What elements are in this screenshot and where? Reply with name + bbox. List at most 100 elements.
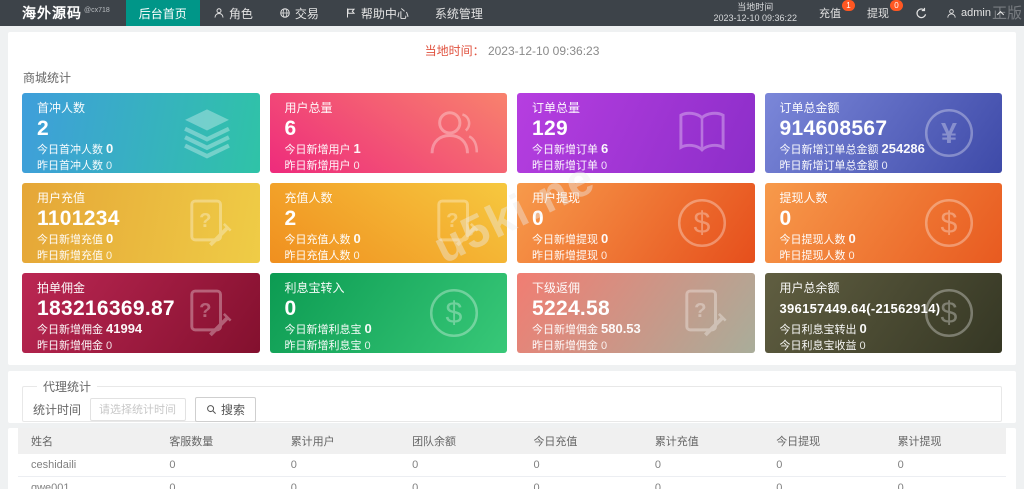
card-subline: 昨日充值人数 0 [285,248,493,263]
card-subline-value: 0 [106,231,114,246]
card-subline-value: 0 [106,141,114,156]
table-cell: 0 [763,454,885,477]
globe-icon [279,7,291,19]
menu-item-角色[interactable]: 角色 [200,0,266,26]
agent-search-form: 统计时间 搜索 [33,397,991,422]
table-row[interactable]: ceshidaili 0 0 0 0 0 0 0 [18,454,1006,477]
stat-card-提现人数[interactable]: 提现人数 0 今日提现人数 0 昨日提现人数 0 [764,183,1002,263]
agent-table-panel: 姓名 客服数量 累计用户 团队余额 今日充值 累计充值 今日提现 累计提现 ceshidail… [8,428,1016,489]
card-subline-value: 1 [353,141,361,156]
menu-item-帮助中心[interactable]: 帮助中心 [332,0,422,26]
card-subline-label: 今日新增佣金 [37,324,103,336]
card-subline-label: 昨日新增提现 [532,250,598,262]
recharge-label: 充值 [819,8,842,20]
card-subline-value: 0 [848,250,855,262]
card-subline-label: 今日利息宝转出 [779,324,857,336]
table-cell: 0 [277,476,400,489]
navbar-local-time: 当地时间 2023-12-10 09:36:22 [713,2,797,25]
column-header: 团队余额 [399,428,521,454]
card-subline-label: 今日新增订单 [532,144,598,156]
card-subline-label: 昨日新增充值 [37,250,103,262]
card-subline-label: 昨日新增佣金 [37,340,103,352]
flag-icon [345,7,357,19]
recharge-badge: 1 [842,0,856,11]
column-header: 今日充值 [520,428,642,454]
card-subline: 昨日新增充值 0 [37,248,245,263]
card-subline-value: 0 [881,160,888,172]
stat-card-用户总量[interactable]: 用户总量 6 今日新增用户 1 昨日新增用户 0 [269,93,507,173]
table-cell: 0 [641,454,764,477]
stat-card-用户总余额[interactable]: 用户总余额 396157449.64(-21562914) 今日利息宝转出 0 今日利息… [764,273,1002,353]
table-cell: qwe001 [18,476,157,489]
table-cell: 0 [399,476,521,489]
stats-panel: 当地时间： 2023-12-10 09:36:23 商城统计 首冲人数 2 今日首冲… [8,32,1016,365]
top-navbar: 海外源码 @cx718 后台首页 角色 交易 帮助中心 系统管理 当地时间 2023-1… [0,0,1024,26]
card-subline-value: 0 [106,250,113,262]
card-subline-value: 0 [353,160,360,172]
search-button-label: 搜索 [221,403,246,417]
card-subline: 昨日新增佣金 0 [532,338,740,353]
menu-item-交易[interactable]: 交易 [266,0,332,26]
table-row[interactable]: qwe001 0 0 0 0 0 0 0 [18,476,1006,489]
card-subline-value: 254286 [881,141,925,156]
column-header: 累计用户 [277,428,400,454]
card-subline-label: 今日新增用户 [284,144,351,156]
card-subline: 昨日新增佣金 0 [37,338,245,353]
table-cell: 0 [763,476,885,489]
stat-card-首冲人数[interactable]: 首冲人数 2 今日首冲人数 0 昨日首冲人数 0 [22,93,260,173]
withdraw-link[interactable]: 提现 0 [867,0,904,21]
brand-logo[interactable]: 海外源码 @cx718 [0,0,126,26]
agent-section-title: 代理统计 [43,380,92,394]
recharge-link[interactable]: 充值 1 [819,0,856,21]
navbar-local-time-value: 2023-12-10 09:36:22 [713,13,798,23]
search-button[interactable]: 搜索 [195,397,257,422]
card-subline-label: 今日充值人数 [284,234,351,246]
card-subline-value: 6 [601,141,609,156]
table-cell: 0 [884,454,1006,477]
stat-card-利息宝转入[interactable]: 利息宝转入 0 今日新增利息宝 0 昨日新增利息宝 0 [269,273,507,353]
card-subline-value: 0 [601,250,608,262]
agent-panel: 代理统计 统计时间 搜索 [8,371,1016,423]
doc-icon [180,286,234,340]
table-cell: 0 [520,454,642,477]
table-cell: 0 [156,476,278,489]
card-subline-value: 0 [601,340,608,352]
refresh-button[interactable] [915,7,928,20]
card-subline-value: 0 [601,160,608,172]
card-subline-label: 今日新增充值 [37,234,103,246]
stats-section-title: 商城统计 [23,71,72,85]
card-subline-value: 0 [859,340,866,352]
chevron-up-icon [995,8,1006,19]
dollar-icon [922,196,976,250]
stat-card-下级返佣[interactable]: 下级返佣 5224.58 今日新增佣金 580.53 昨日新增佣金 0 [517,273,755,353]
menu-item-label: 后台首页 [138,6,187,21]
menu-item-系统管理[interactable]: 系统管理 [422,0,496,26]
agent-fieldset: 代理统计 统计时间 搜索 [22,378,1002,422]
user-menu[interactable]: admin [946,7,1006,19]
card-subline: 昨日新增利息宝 0 [285,338,493,353]
stat-card-订单总金额[interactable]: 订单总金额 914608567 今日新增订单总金额 254286 昨日新增订单总金额 0 [764,93,1002,173]
withdraw-badge: 0 [890,0,904,11]
stat-card-订单总量[interactable]: 订单总量 129 今日新增订单 6 昨日新增订单 0 [517,93,755,173]
table-cell: ceshidaili [18,454,157,477]
user-icon [427,106,481,160]
dollar-icon [427,286,481,340]
yen-icon [922,106,976,160]
menu-item-后台首页[interactable]: 后台首页 [125,0,200,26]
stat-card-充值人数[interactable]: 充值人数 2 今日充值人数 0 昨日充值人数 0 [269,183,507,263]
card-subline-value: 41994 [106,321,143,336]
card-subline-label: 昨日新增佣金 [532,340,598,352]
main-menu: 后台首页 角色 交易 帮助中心 系统管理 [125,0,496,26]
local-time-bar: 当地时间： 2023-12-10 09:36:23 [8,32,1016,61]
stat-card-拍单佣金[interactable]: 拍单佣金 183216369.87 今日新增佣金 41994 昨日新增佣金 0 [22,273,260,353]
card-subline-value: 580.53 [601,321,641,336]
card-subline-value: 0 [848,231,856,246]
card-subline-label: 今日利息宝收益 [779,340,857,352]
card-subline-value: 0 [106,160,113,172]
table-cell: 0 [277,454,400,477]
card-subline-label: 今日首冲人数 [37,144,103,156]
stat-card-用户提现[interactable]: 用户提现 0 今日新增提现 0 昨日新增提现 0 [517,183,755,263]
refresh-icon [915,7,928,20]
stat-card-用户充值[interactable]: 用户充值 1101234 今日新增充值 0 昨日新增充值 0 [22,183,260,263]
stat-time-input[interactable] [90,398,187,421]
